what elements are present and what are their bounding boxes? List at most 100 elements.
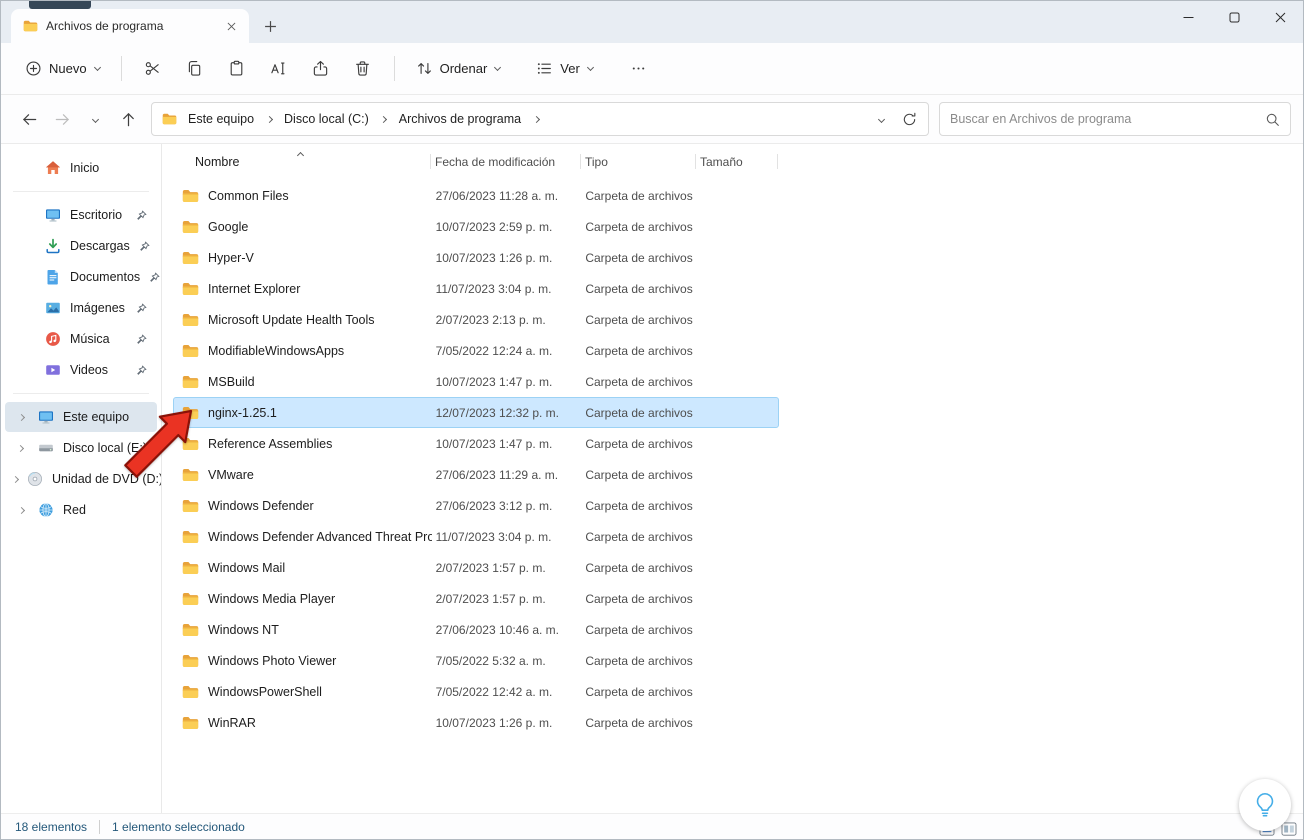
new-tab-button[interactable] [255, 11, 285, 41]
share-button[interactable] [301, 51, 341, 87]
sidebar-item-descargas[interactable]: Descargas [5, 231, 157, 261]
view-button[interactable]: Ver [526, 51, 603, 87]
table-row[interactable]: Google 10/07/2023 2:59 p. m. Carpeta de ar… [173, 211, 779, 242]
chevron-right-icon[interactable] [11, 475, 20, 483]
table-row[interactable]: WinRAR 10/07/2023 1:26 p. m. Carpeta de ar… [173, 707, 779, 738]
close-button[interactable] [1257, 1, 1303, 33]
refresh-button[interactable] [896, 106, 922, 132]
chevron-right-icon[interactable] [13, 413, 29, 421]
documents-icon [45, 269, 61, 285]
table-row[interactable]: Microsoft Update Health Tools 2/07/2023 2… [173, 304, 779, 335]
more-options-button[interactable] [619, 51, 659, 87]
column-header-fecha[interactable]: Fecha de modificación [431, 144, 581, 180]
paste-button[interactable] [217, 51, 257, 87]
file-name-cell: VMware [174, 468, 432, 482]
breadcrumb-item[interactable]: Este equipo [181, 106, 261, 132]
pin-icon [149, 271, 160, 283]
table-row[interactable]: nginx-1.25.1 12/07/2023 12:32 p. m. Carpet… [173, 397, 779, 428]
table-row[interactable]: VMware 27/06/2023 11:29 a. m. Carpeta de a… [173, 459, 779, 490]
cut-button[interactable] [133, 51, 173, 87]
file-name: Windows Photo Viewer [208, 653, 337, 668]
address-dropdown-button[interactable] [868, 106, 894, 132]
explorer-tab[interactable]: Archivos de programa [11, 9, 249, 43]
table-row[interactable]: Windows Defender 27/06/2023 3:12 p. m. Car… [173, 490, 779, 521]
column-header-nombre[interactable]: Nombre [173, 144, 431, 180]
search-icon[interactable] [1265, 112, 1280, 127]
toolbar-separator [393, 56, 395, 81]
sidebar-item-red[interactable]: Red [5, 495, 157, 525]
file-type-cell: Carpeta de archivos [585, 498, 693, 513]
help-bulb-icon[interactable] [1239, 779, 1291, 831]
chevron-right-icon[interactable] [13, 506, 29, 514]
copy-button[interactable] [175, 51, 215, 87]
table-row[interactable]: Windows Photo Viewer 7/05/2022 5:32 a. m.… [173, 645, 779, 676]
search-input[interactable] [950, 112, 1257, 126]
sidebar-item-inicio[interactable]: Inicio [5, 153, 157, 183]
up-button[interactable] [112, 103, 145, 135]
file-name-cell: Hyper-V [174, 251, 432, 265]
selection-count: 1 elemento seleccionado [112, 819, 245, 834]
sidebar-item-label: Videos [70, 363, 108, 377]
sidebar-item-videos[interactable]: Videos [5, 355, 157, 385]
file-name: MSBuild [208, 374, 255, 389]
sidebar-item-label: Imágenes [70, 301, 125, 315]
folder-icon [182, 561, 199, 575]
table-row[interactable]: Hyper-V 10/07/2023 1:26 p. m. Carpeta de a… [173, 242, 779, 273]
search-box [939, 102, 1291, 136]
sort-ascending-icon [296, 147, 305, 161]
table-row[interactable]: WindowsPowerShell 7/05/2022 12:42 a. m. Ca… [173, 676, 779, 707]
table-row[interactable]: Internet Explorer 11/07/2023 3:04 p. m. Ca… [173, 273, 779, 304]
chevron-down-icon [877, 115, 885, 123]
toolbar-separator [120, 56, 122, 81]
file-name-cell: Common Files [174, 189, 432, 203]
sidebar-item-imagenes[interactable]: Imágenes [5, 293, 157, 323]
folder-icon [182, 499, 199, 513]
rename-button[interactable] [259, 51, 299, 87]
folder-icon [182, 530, 199, 544]
sidebar-item-escritorio[interactable]: Escritorio [5, 200, 157, 230]
view-icon [536, 60, 553, 77]
breadcrumb-chevron-icon [528, 115, 544, 123]
column-header-tamano[interactable]: Tamaño [696, 144, 778, 180]
table-row[interactable]: Windows Mail 2/07/2023 1:57 p. m. Carpeta … [173, 552, 779, 583]
forward-button[interactable] [46, 103, 79, 135]
file-name-cell: Windows Photo Viewer [174, 654, 432, 668]
chevron-down-icon [586, 63, 594, 71]
table-row[interactable]: ModifiableWindowsApps 7/05/2022 12:24 a. … [173, 335, 779, 366]
status-separator [99, 819, 101, 834]
table-row[interactable]: Windows Defender Advanced Threat Prot...… [173, 521, 779, 552]
file-type-cell: Carpeta de archivos [585, 343, 693, 358]
chevron-right-icon[interactable] [13, 444, 29, 452]
folder-icon [182, 189, 199, 203]
disk-icon [38, 440, 54, 456]
file-type-cell: Carpeta de archivos [585, 281, 693, 296]
breadcrumb-item[interactable]: Disco local (C:) [277, 106, 376, 132]
file-modified-cell: 10/07/2023 2:59 p. m. [435, 219, 553, 234]
recent-locations-button[interactable] [79, 103, 112, 135]
column-header-tipo[interactable]: Tipo [581, 144, 696, 180]
table-row[interactable]: MSBuild 10/07/2023 1:47 p. m. Carpeta de a… [173, 366, 779, 397]
minimize-button[interactable] [1165, 1, 1211, 33]
large-icons-view-button[interactable] [1281, 822, 1297, 836]
new-button[interactable]: Nuevo [15, 51, 110, 87]
sidebar-item-musica[interactable]: Música [5, 324, 157, 354]
breadcrumb-item[interactable]: Archivos de programa [392, 106, 528, 132]
sidebar-item-documentos[interactable]: Documentos [5, 262, 160, 292]
file-name: WinRAR [208, 715, 256, 730]
table-row[interactable]: Windows NT 27/06/2023 10:46 a. m. Carpeta … [173, 614, 779, 645]
delete-button[interactable] [343, 51, 383, 87]
file-modified-cell: 27/06/2023 10:46 a. m. [435, 622, 560, 637]
folder-icon [182, 220, 199, 234]
sidebar-item-label: Escritorio [70, 208, 123, 222]
tab-close-icon[interactable] [221, 16, 241, 36]
table-row[interactable]: Common Files 27/06/2023 11:28 a. m. Carpet… [173, 180, 779, 211]
maximize-button[interactable] [1211, 1, 1257, 33]
table-row[interactable]: Windows Media Player 2/07/2023 1:57 p. m.… [173, 583, 779, 614]
address-bar[interactable]: Este equipo Disco local (C:) Archivos de p… [151, 102, 929, 136]
table-row[interactable]: Reference Assemblies 10/07/2023 1:47 p. m… [173, 428, 779, 459]
sort-button[interactable]: Ordenar [406, 51, 511, 87]
file-type-cell: Carpeta de archivos [585, 622, 693, 637]
pin-icon [139, 240, 150, 252]
back-button[interactable] [13, 103, 46, 135]
folder-icon [182, 592, 199, 606]
